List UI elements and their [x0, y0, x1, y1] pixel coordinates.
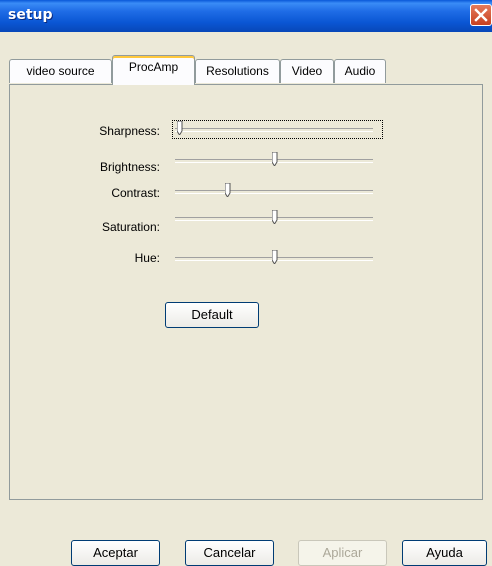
tab-video[interactable]: Video	[280, 59, 334, 83]
tab-label: Audio	[344, 64, 376, 78]
tab-label: ProcAmp	[128, 60, 179, 74]
cancel-button[interactable]: Cancelar	[185, 540, 274, 566]
sharpness-label: Sharpness:	[99, 124, 160, 138]
saturation-slider[interactable]	[175, 210, 373, 224]
close-button[interactable]	[470, 4, 492, 26]
brightness-label: Brightness:	[99, 160, 160, 174]
slider-thumb[interactable]	[177, 121, 183, 135]
default-button[interactable]: Default	[165, 302, 259, 328]
slider-thumb[interactable]	[272, 250, 278, 264]
slider-thumb[interactable]	[272, 152, 278, 166]
tab-audio[interactable]: Audio	[334, 59, 386, 83]
tab-label: Video	[291, 64, 323, 78]
tab-label: Resolutions	[206, 64, 269, 78]
saturation-label: Saturation:	[101, 220, 160, 234]
ok-button[interactable]: Aceptar	[71, 540, 160, 566]
hue-slider[interactable]	[175, 250, 373, 264]
close-icon	[474, 8, 488, 22]
apply-button: Aplicar	[298, 540, 387, 566]
contrast-slider[interactable]	[175, 183, 373, 197]
tab-procamp[interactable]: ProcAmp	[112, 55, 195, 85]
sharpness-slider[interactable]	[175, 121, 373, 135]
hue-label: Hue:	[134, 251, 160, 265]
brightness-slider[interactable]	[175, 152, 373, 166]
tab-label: video source	[26, 64, 95, 78]
help-button[interactable]: Ayuda	[402, 540, 487, 566]
tab-strip: video source ProcAmp Resolutions Video A…	[9, 55, 483, 85]
tab-resolutions[interactable]: Resolutions	[195, 59, 280, 83]
contrast-label: Contrast:	[111, 186, 160, 200]
window-title: setup	[8, 7, 53, 23]
procamp-panel	[9, 84, 483, 500]
slider-thumb[interactable]	[224, 183, 231, 197]
tab-video-source[interactable]: video source	[9, 59, 112, 83]
title-bar[interactable]: setup	[0, 0, 492, 32]
slider-thumb[interactable]	[272, 210, 278, 224]
